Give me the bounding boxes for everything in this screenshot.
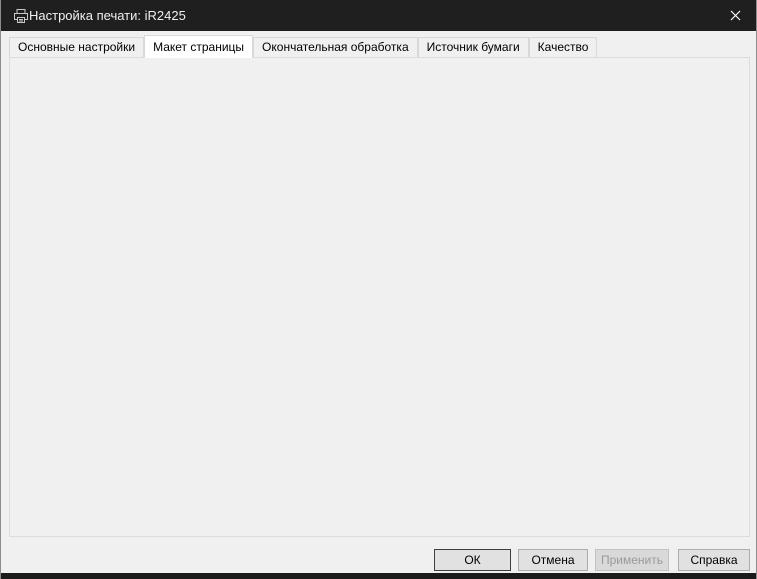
tab-finishing[interactable]: Окончательная обработка [253,37,418,57]
close-icon [730,10,741,21]
window-bottom-border [1,573,756,579]
tab-page [9,57,750,537]
tab-bar: Основные настройки Макет страницы Оконча… [9,35,598,58]
ok-button[interactable]: ОК [434,549,511,571]
apply-button: Применить [595,549,669,571]
cancel-button[interactable]: Отмена [518,549,588,571]
tab-quality[interactable]: Качество [528,37,598,57]
window-title: Настройка печати: iR2425 [29,8,186,23]
close-button[interactable] [713,0,756,31]
tab-main-settings[interactable]: Основные настройки [9,37,145,57]
tab-paper-source[interactable]: Источник бумаги [417,37,529,57]
tab-page-setup[interactable]: Макет страницы [144,35,254,58]
titlebar: Настройка печати: iR2425 [1,0,756,31]
help-button[interactable]: Справка [678,549,750,571]
print-settings-dialog: Настройка печати: iR2425 Основные настро… [0,0,757,579]
printer-icon [14,9,28,23]
